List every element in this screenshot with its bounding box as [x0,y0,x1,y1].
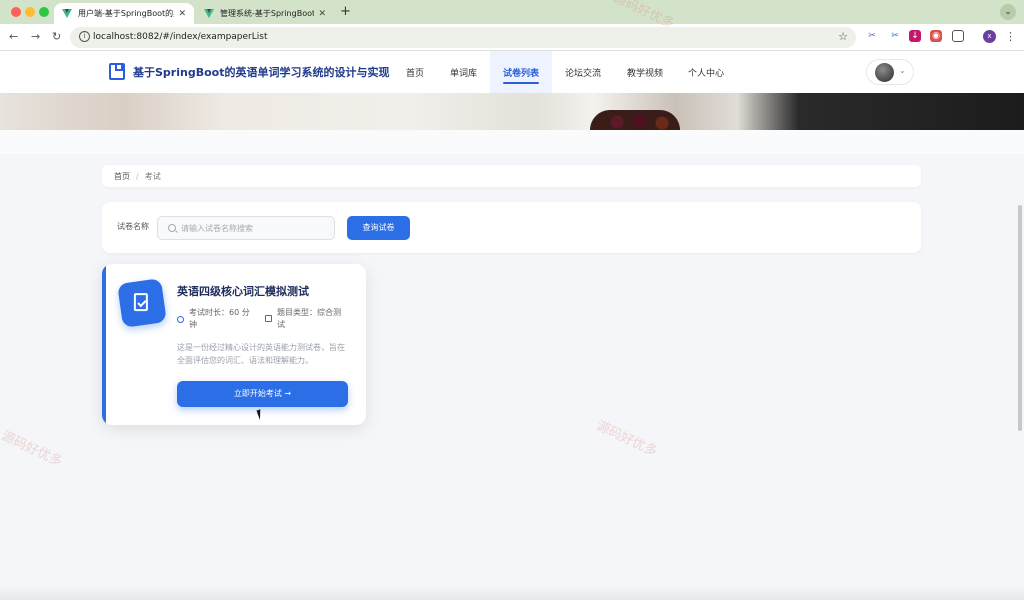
back-icon[interactable]: ← [9,30,18,43]
search-icon [168,224,176,232]
exam-description: 这是一份经过精心设计的英语能力测试卷，旨在全面评估您的词汇、语法和理解能力。 [177,343,345,365]
close-window-button[interactable] [11,7,21,17]
breadcrumb-separator: / [136,172,139,181]
close-tab-icon[interactable]: ✕ [178,9,186,19]
breadcrumb-home[interactable]: 首页 [114,172,130,181]
vue-logo-icon [204,9,214,18]
exam-type: 题目类型：综合测试 [277,308,341,329]
bottom-edge [0,586,1024,600]
search-label: 试卷名称 [117,222,149,231]
book-logo-icon [109,63,125,80]
nav-word-library[interactable]: 单词库 [450,66,477,79]
bookmark-star-icon[interactable]: ☆ [838,30,848,43]
nav-personal-center[interactable]: 个人中心 [688,66,724,79]
clock-icon [177,316,184,323]
exam-icon-badge [117,278,167,328]
minimize-window-button[interactable] [25,7,35,17]
exam-duration: 考试时长：60 分钟 [189,308,250,329]
cut-extension-icon[interactable]: ✂ [889,30,901,42]
browser-tab-user[interactable]: 用户端-基于SpringBoot的英语 ✕ [54,3,194,24]
browser-menu-icon[interactable]: ⋮ [1005,30,1016,43]
watermark: 源码好优多 [594,418,660,460]
nav-forum[interactable]: 论坛交流 [565,66,601,79]
new-tab-button[interactable]: + [340,4,351,19]
page-scrollbar[interactable] [1018,205,1022,431]
tab-title: 管理系统-基于SpringBoot的英 [220,9,315,18]
nav-home[interactable]: 首页 [406,66,424,79]
user-avatar [875,63,894,82]
watermark: 源码好优多 [0,428,65,470]
nav-teaching-video[interactable]: 教学视频 [627,66,663,79]
breadcrumb: 首页 / 考试 [102,165,921,187]
scissors-extension-icon[interactable]: ✂ [866,30,878,42]
user-menu[interactable]: ⌄ [866,59,914,85]
maximize-window-button[interactable] [39,7,49,17]
banner-image-detail [590,110,680,130]
url-text: localhost:8082/#/index/exampaperList [93,32,268,42]
tab-title: 用户端-基于SpringBoot的英语 [78,9,174,18]
robot-extension-icon[interactable]: ◉ [930,30,942,42]
banner-bottom-strip [0,130,1024,154]
site-header: 基于SpringBoot的英语单词学习系统的设计与实现 首页 单词库 试卷列表 … [0,51,1024,93]
breadcrumb-current: 考试 [144,172,161,181]
nav-exam-list[interactable]: 试卷列表 [503,66,539,79]
site-info-icon[interactable]: i [79,31,90,42]
start-exam-button[interactable]: 立即开始考试 → [177,381,348,407]
card-accent-bar [102,264,106,425]
vue-logo-icon [62,9,72,18]
close-tab-icon[interactable]: ✕ [318,9,326,19]
search-panel: 试卷名称 请输入试卷名称搜索 查询试卷 [102,202,921,253]
address-bar-row: ← → ↻ i localhost:8082/#/index/exampaper… [0,24,1024,51]
browser-tab-bar: 用户端-基于SpringBoot的英语 ✕ 管理系统-基于SpringBoot的… [0,0,1024,24]
profile-avatar[interactable]: x [983,30,996,43]
exam-title: 英语四级核心词汇模拟测试 [177,285,309,298]
url-field[interactable]: i localhost:8082/#/index/exampaperList ☆ [70,27,856,48]
tab-search-icon[interactable]: ⌄ [1000,4,1016,20]
book-icon [265,315,272,322]
nav-active-underline [503,82,539,84]
site-title[interactable]: 基于SpringBoot的英语单词学习系统的设计与实现 [133,64,389,80]
document-check-icon [133,293,148,312]
chevron-down-icon: ⌄ [899,66,906,75]
extensions-puzzle-icon[interactable] [952,30,964,42]
browser-tab-admin[interactable]: 管理系统-基于SpringBoot的英 ✕ [196,3,334,24]
forward-icon[interactable]: → [31,30,40,43]
download-extension-icon[interactable]: ↓ [909,30,921,42]
search-input[interactable]: 请输入试卷名称搜索 [157,216,335,240]
search-placeholder: 请输入试卷名称搜索 [181,224,253,233]
exam-card: 英语四级核心词汇模拟测试 考试时长：60 分钟 题目类型：综合测试 这是一份经过… [102,264,366,425]
search-exam-button[interactable]: 查询试卷 [347,216,410,240]
reload-icon[interactable]: ↻ [52,30,61,43]
